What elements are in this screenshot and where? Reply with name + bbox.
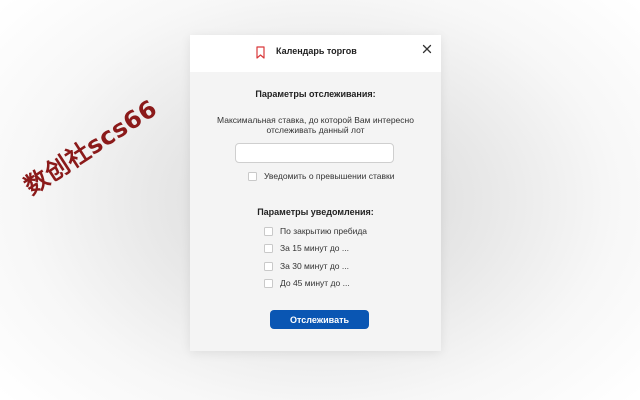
notify-option-row[interactable]: По закрытию пребида xyxy=(264,226,367,236)
tracking-description-line1: Максимальная ставка, до которой Вам инте… xyxy=(217,115,414,125)
notify-option-checkbox[interactable] xyxy=(264,261,273,271)
notify-option-label: За 15 минут до ... xyxy=(280,243,349,253)
notify-option-label: До 45 минут до ... xyxy=(280,278,350,288)
notify-option-label: За 30 минут до ... xyxy=(280,261,349,271)
bookmark-icon xyxy=(256,46,265,59)
notify-exceed-checkbox-row[interactable]: Уведомить о превышении ставки xyxy=(248,171,394,181)
tracking-description-line2: отслеживать данный лот xyxy=(266,125,365,135)
notify-option-row[interactable]: До 45 минут до ... xyxy=(264,278,350,288)
dialog-title: Календарь торгов xyxy=(276,46,357,56)
dialog-header: Календарь торгов xyxy=(190,35,441,72)
notify-option-row[interactable]: За 15 минут до ... xyxy=(264,243,349,253)
notify-option-checkbox[interactable] xyxy=(264,243,273,253)
notify-option-label: По закрытию пребида xyxy=(280,226,368,236)
watermark: 数创社scs66 xyxy=(19,94,163,201)
tracking-section-title: Параметры отслеживания: xyxy=(255,89,376,99)
tracking-description: Максимальная ставка, до которой Вам инте… xyxy=(210,115,421,135)
notify-exceed-checkbox[interactable] xyxy=(248,171,257,181)
notification-section-title: Параметры уведомления: xyxy=(257,207,374,217)
notify-option-row[interactable]: За 30 минут до ... xyxy=(264,261,349,271)
close-icon[interactable] xyxy=(422,44,432,54)
notify-option-checkbox[interactable] xyxy=(264,278,273,288)
tracking-dialog: Календарь торгов Параметры отслеживания:… xyxy=(190,35,441,351)
notify-exceed-label: Уведомить о превышении ставки xyxy=(264,171,395,181)
notify-option-checkbox[interactable] xyxy=(264,226,273,236)
track-button[interactable]: Отслеживать xyxy=(270,310,369,329)
max-bid-input[interactable] xyxy=(235,143,394,163)
